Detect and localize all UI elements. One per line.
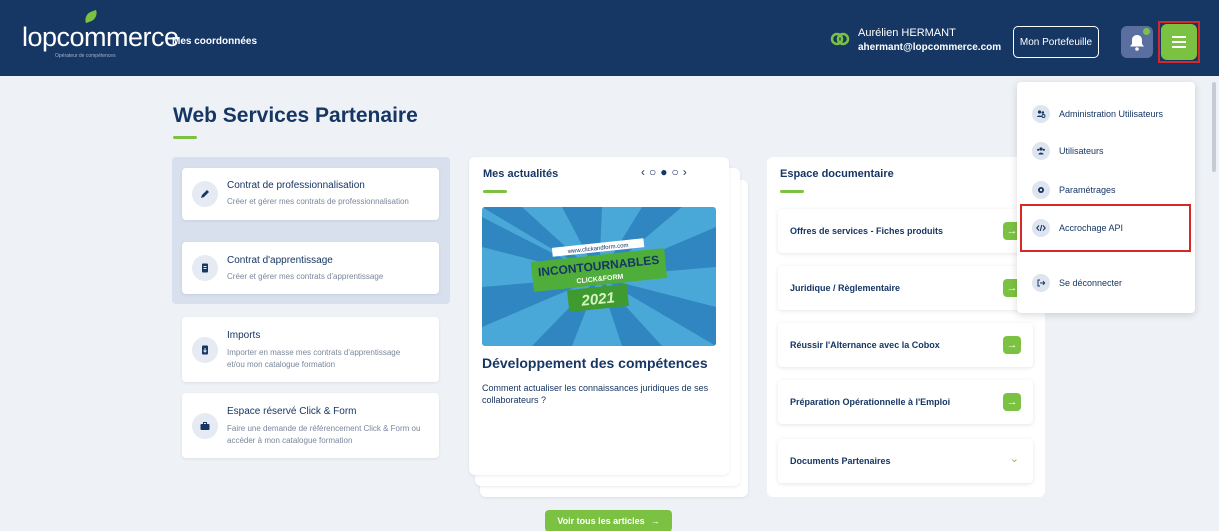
users-icon (1032, 142, 1050, 160)
action-card-desc-line2: accéder à mon catalogue formation (227, 436, 353, 445)
carousel-dot-active[interactable]: ● (660, 165, 671, 179)
doc-row[interactable]: Documents Partenaires ⌄ (778, 439, 1033, 483)
link-icon (830, 32, 850, 46)
news-image-year: 2021 (580, 289, 616, 310)
see-all-articles-button[interactable]: Voir tous les articles → (545, 510, 672, 531)
code-icon (1032, 219, 1050, 237)
carousel-dot[interactable]: ○ (672, 165, 683, 179)
menu-item-accrochage-api[interactable]: Accrochage API (1032, 218, 1123, 238)
action-card-apprentissage[interactable]: Contrat d'apprentissage Créer et gérer m… (182, 242, 439, 294)
action-card-desc-line1: Importer en masse mes contrats d'apprent… (227, 348, 401, 357)
action-card-title: Espace réservé Click & Form (227, 406, 357, 417)
menu-item-parametrages[interactable]: Paramétrages (1032, 180, 1116, 200)
action-card-title: Contrat d'apprentissage (227, 255, 333, 266)
logo[interactable]: lopcommerce (22, 9, 179, 53)
news-section-title: Mes actualités (483, 168, 559, 180)
menu-item-label: Accrochage API (1059, 223, 1124, 233)
title-underline (173, 136, 197, 139)
action-card-professionnalisation[interactable]: Contrat de professionnalisation Créer et… (182, 168, 439, 220)
page-scrollbar[interactable] (1212, 82, 1216, 172)
action-card-imports[interactable]: Imports Importer en masse mes contrats d… (182, 317, 439, 382)
arrow-right-icon[interactable]: → (1003, 393, 1021, 411)
briefcase-icon (192, 413, 218, 439)
documents-title: Espace documentaire (780, 168, 894, 180)
notification-dot (1143, 28, 1150, 35)
menu-item-label: Paramétrages (1059, 185, 1116, 195)
news-image[interactable]: www.clickandform.com INCONTOURNABLES CLI… (482, 207, 716, 346)
menu-item-label: Administration Utilisateurs (1059, 109, 1164, 119)
documents-title-underline (780, 190, 804, 193)
news-title-underline (483, 190, 507, 193)
notifications-button[interactable] (1121, 26, 1153, 58)
doc-row[interactable]: Offres de services - Fiches produits → (778, 209, 1033, 253)
menu-item-utilisateurs[interactable]: Utilisateurs (1032, 141, 1104, 161)
hamburger-icon-line (1172, 41, 1186, 43)
doc-row-label: Préparation Opérationnelle à l'Emploi (790, 397, 951, 407)
doc-row-label: Offres de services - Fiches produits (790, 226, 944, 236)
document-icon (192, 255, 218, 281)
user-email: ahermant@lopcommerce.com (858, 42, 1002, 53)
carousel-dot[interactable]: ○ (649, 165, 660, 179)
logout-icon (1032, 274, 1050, 292)
page-title: Web Services Partenaire (173, 104, 418, 127)
menu-item-administration-utilisateurs[interactable]: Administration Utilisateurs (1032, 104, 1163, 124)
arrow-right-icon: → (650, 516, 660, 526)
action-card-click-form[interactable]: Espace réservé Click & Form Faire une de… (182, 393, 439, 458)
news-carousel-controls[interactable]: ‹○●○› (641, 165, 691, 179)
news-description: Comment actualiser les connaissances jur… (482, 383, 709, 405)
action-card-desc-line1: Faire une demande de référencement Click… (227, 424, 421, 433)
menu-item-label: Utilisateurs (1059, 146, 1104, 156)
nav-mes-coordonnees[interactable]: Mes coordonnées (172, 36, 257, 47)
user-name: Aurélien HERMANT (858, 27, 956, 39)
users-admin-icon (1032, 105, 1050, 123)
menu-item-label: Se déconnecter (1059, 278, 1123, 288)
import-icon (192, 337, 218, 363)
doc-row-label: Documents Partenaires (790, 456, 891, 466)
chevron-down-icon[interactable]: ⌄ (1010, 452, 1019, 465)
hamburger-icon (1172, 36, 1186, 38)
doc-row[interactable]: Réussir l'Alternance avec la Cobox → (778, 323, 1033, 367)
action-card-title: Imports (227, 330, 261, 341)
hamburger-icon-line (1172, 46, 1186, 48)
arrow-right-icon[interactable]: → (1003, 336, 1021, 354)
carousel-next-icon[interactable]: › (683, 165, 691, 179)
menu-item-se-deconnecter[interactable]: Se déconnecter (1032, 273, 1122, 293)
see-all-label: Voir tous les articles (557, 516, 645, 526)
top-header: lopcommerce Opérateur de compétences Mes… (0, 0, 1219, 76)
doc-row-label: Juridique / Règlementaire (790, 283, 901, 293)
action-card-title: Contrat de professionnalisation (227, 180, 365, 191)
carousel-prev-icon[interactable]: ‹ (641, 165, 649, 179)
action-card-desc: Créer et gérer mes contrats d'apprentiss… (227, 272, 384, 281)
action-card-desc-line2: et/ou mon catalogue formation (227, 360, 336, 369)
logo-subtitle: Opérateur de compétences (55, 53, 116, 59)
doc-row[interactable]: Juridique / Règlementaire → (778, 266, 1033, 310)
gear-icon (1032, 181, 1050, 199)
news-headline[interactable]: Développement des compétences (482, 355, 708, 371)
pencil-icon (192, 181, 218, 207)
doc-row-label: Réussir l'Alternance avec la Cobox (790, 340, 940, 350)
action-card-desc: Créer et gérer mes contrats de professio… (227, 197, 409, 206)
portfolio-button[interactable]: Mon Portefeuille (1013, 26, 1099, 58)
doc-row[interactable]: Préparation Opérationnelle à l'Emploi → (778, 380, 1033, 424)
hamburger-menu-button[interactable] (1161, 24, 1197, 60)
